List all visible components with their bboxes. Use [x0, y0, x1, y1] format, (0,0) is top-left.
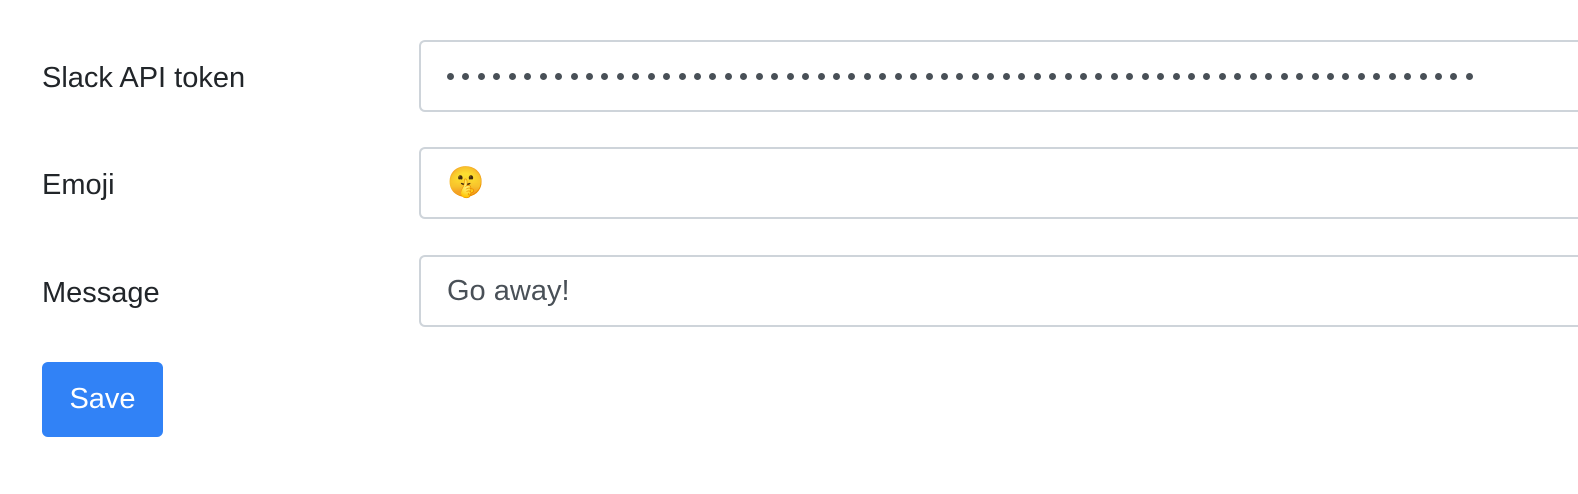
token-mask-dot [1203, 72, 1211, 80]
token-mask-dot [1373, 72, 1381, 80]
token-mask-dot [755, 72, 763, 80]
token-mask-dot [616, 72, 624, 80]
token-mask-dot [647, 72, 655, 80]
token-mask-dot [555, 72, 563, 80]
token-mask-dot [802, 72, 810, 80]
token-mask-dot [1095, 72, 1103, 80]
token-mask-dot [1126, 72, 1134, 80]
token-mask-dot [1357, 72, 1365, 80]
token-mask-dot [1296, 72, 1304, 80]
token-mask-dot [493, 72, 501, 80]
token-mask-dot [1249, 72, 1257, 80]
token-mask-dot [910, 72, 918, 80]
save-button[interactable]: Save [42, 362, 163, 437]
token-mask-dot [462, 72, 470, 80]
token-mask-dot [477, 72, 485, 80]
token-mask-dot [524, 72, 532, 80]
token-field[interactable] [419, 40, 1578, 112]
token-mask-dot [863, 72, 871, 80]
token-mask-dot [771, 72, 779, 80]
token-mask-dot [817, 72, 825, 80]
token-mask-dot [941, 72, 948, 80]
token-mask-dot [925, 72, 933, 80]
message-field[interactable]: Go away! [419, 255, 1578, 327]
shushing-face-emoji: 🤫 [447, 165, 485, 200]
emoji-field[interactable]: 🤫 [419, 147, 1578, 219]
token-mask-dot [1049, 72, 1057, 80]
token-masked-value [447, 42, 1473, 110]
token-mask-dot [1157, 72, 1165, 80]
token-row: Slack API token [0, 40, 1578, 116]
token-mask-dot [1018, 72, 1026, 80]
token-mask-dot [1388, 72, 1396, 80]
token-mask-dot [1326, 72, 1334, 80]
token-mask-dot [709, 72, 717, 80]
token-mask-dot [1141, 72, 1149, 80]
token-mask-dot [740, 72, 748, 80]
token-mask-dot [956, 72, 964, 80]
token-mask-dot [848, 72, 856, 80]
token-mask-dot [1079, 72, 1087, 80]
token-mask-dot [1419, 72, 1427, 80]
token-mask-dot [1435, 72, 1442, 80]
message-label: Message [42, 277, 160, 309]
token-mask-dot [1188, 72, 1195, 80]
token-mask-dot [971, 72, 979, 80]
token-mask-dot [1265, 72, 1273, 80]
token-mask-dot [1218, 72, 1226, 80]
token-mask-dot [1064, 72, 1072, 80]
token-mask-dot [1002, 72, 1010, 80]
settings-page: Slack API token Emoji 🤫 Message Go away!… [0, 0, 1578, 494]
message-row: Message Go away! [0, 255, 1578, 331]
token-mask-dot [1172, 72, 1180, 80]
token-mask-dot [1465, 72, 1473, 80]
token-mask-dot [1234, 72, 1242, 80]
token-mask-dot [678, 72, 686, 80]
token-mask-dot [1450, 72, 1458, 80]
token-mask-dot [447, 72, 454, 80]
token-mask-dot [508, 72, 516, 80]
token-mask-dot [694, 72, 701, 80]
emoji-label: Emoji [42, 169, 115, 201]
slack-settings-form: Slack API token Emoji 🤫 Message Go away!… [0, 0, 1578, 494]
token-mask-dot [1280, 72, 1288, 80]
message-value: Go away! [447, 274, 570, 307]
token-mask-dot [585, 72, 593, 80]
token-mask-dot [786, 72, 794, 80]
token-label: Slack API token [42, 62, 246, 94]
token-mask-dot [894, 72, 902, 80]
token-mask-dot [1404, 72, 1412, 80]
token-mask-dot [663, 72, 671, 80]
token-mask-dot [1342, 72, 1350, 80]
token-mask-dot [724, 72, 732, 80]
token-mask-dot [1110, 72, 1118, 80]
token-mask-dot [1033, 72, 1041, 80]
token-mask-dot [879, 72, 887, 80]
token-mask-dot [1311, 72, 1319, 80]
emoji-row: Emoji 🤫 [0, 147, 1578, 223]
token-mask-dot [539, 72, 547, 80]
token-mask-dot [632, 72, 640, 80]
token-mask-dot [832, 72, 840, 80]
token-mask-dot [570, 72, 578, 80]
token-mask-dot [601, 72, 609, 80]
token-mask-dot [987, 72, 995, 80]
